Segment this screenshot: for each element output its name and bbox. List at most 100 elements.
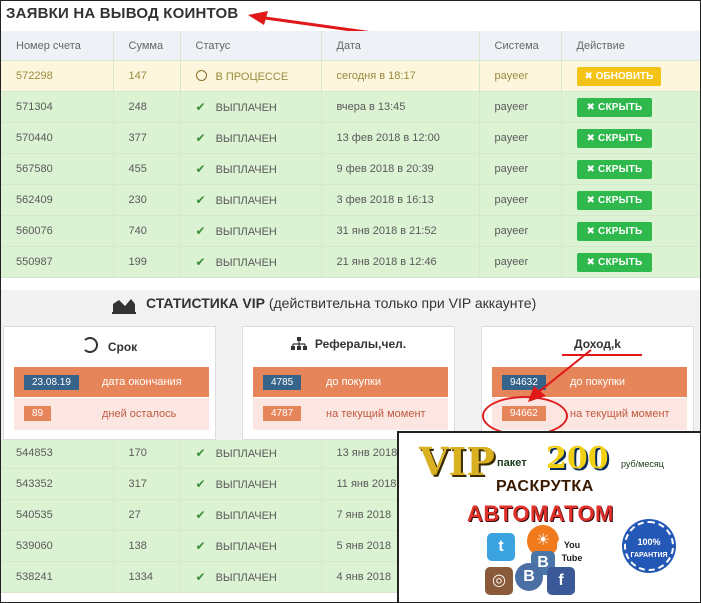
- column-header-status[interactable]: Статус: [180, 31, 322, 61]
- instagram-icon: ◎: [485, 567, 513, 595]
- hide-button[interactable]: ✖ СКРЫТЬ: [576, 128, 653, 148]
- screenshot-frame: ЗАЯВКИ НА ВЫВОД КОИНТОВ Номер счета Сумм…: [0, 0, 701, 603]
- check-icon: ✔: [195, 224, 206, 238]
- column-header-date[interactable]: Дата: [321, 31, 480, 61]
- referrals-now-badge: 4787: [263, 406, 302, 421]
- table-row: 572298 147 В ПРОЦЕССЕ сегодня в 18:17 payeer…: [1, 60, 700, 92]
- account-number: 539060: [1, 530, 114, 562]
- action: ✖ СКРЫТЬ: [561, 246, 700, 278]
- action: ✖ СКРЫТЬ: [561, 91, 700, 123]
- promo-line2: РАСКРУТКА: [496, 478, 594, 495]
- column-header-system[interactable]: Система: [479, 31, 562, 61]
- status-label: В ПРОЦЕССЕ: [215, 70, 289, 83]
- check-icon: ✔: [195, 477, 206, 491]
- vip-promo-banner[interactable]: VIP пакет 200 руб/месяц РАСКРУТКА АВТОМА…: [397, 431, 700, 602]
- referrals-now-label: на текущий момент: [326, 408, 426, 420]
- check-icon: ✔: [195, 446, 206, 460]
- history-icon: [81, 337, 98, 353]
- status-label: ВЫПЛАЧЕН: [215, 226, 277, 238]
- refresh-button[interactable]: ✖ ОБНОВИТЬ: [576, 66, 662, 86]
- sitemap-icon: [290, 337, 307, 350]
- column-header-account[interactable]: Номер счета: [1, 31, 114, 61]
- amount: 199: [113, 246, 181, 278]
- guarantee-seal: 100% ГАРАНТИЯ: [624, 521, 674, 571]
- hide-button[interactable]: ✖ СКРЫТЬ: [576, 190, 653, 210]
- area-chart-icon: [112, 299, 136, 314]
- check-icon: ✔: [195, 100, 206, 114]
- amount: 740: [113, 215, 181, 247]
- action: ✖ СКРЫТЬ: [561, 215, 700, 247]
- page-title: ЗАЯВКИ НА ВЫВОД КОИНТОВ: [6, 5, 239, 22]
- amount: 230: [113, 184, 181, 216]
- status-label: ВЫПЛАЧЕН: [215, 195, 277, 207]
- hide-button[interactable]: ✖ СКРЫТЬ: [576, 159, 653, 179]
- hide-button[interactable]: ✖ СКРЫТЬ: [576, 252, 653, 272]
- account-number: 538241: [1, 561, 114, 593]
- status-label: ВЫПЛАЧЕН: [215, 133, 277, 145]
- amount: 138: [113, 530, 181, 562]
- status-label: ВЫПЛАЧЕН: [215, 541, 277, 553]
- payment-system: payeer: [479, 91, 562, 123]
- promo-paket: пакет: [497, 457, 527, 469]
- account-number: 567580: [1, 153, 114, 185]
- promo-line3: АВТОМАТОМ: [467, 501, 614, 526]
- status: ✔ ВЫПЛАЧЕН: [180, 184, 322, 216]
- payment-system: payeer: [479, 215, 562, 247]
- red-arrow-annotation-2: [528, 349, 592, 402]
- account-number: 540535: [1, 499, 114, 531]
- card-term: Срок 23.08.19 дата окончания 89 дней ост…: [3, 326, 216, 440]
- account-number: 550987: [1, 246, 114, 278]
- term-end-row: 23.08.19 дата окончания: [14, 367, 209, 397]
- action: ✖ ОБНОВИТЬ: [561, 60, 700, 92]
- payment-system: payeer: [479, 60, 562, 92]
- payment-system: payeer: [479, 246, 562, 278]
- column-header-sum[interactable]: Сумма: [113, 31, 181, 61]
- account-number: 544853: [1, 438, 114, 469]
- payment-system: payeer: [479, 184, 562, 216]
- withdrawal-table: Номер счета Сумма Статус Дата Система Де…: [1, 31, 700, 278]
- status: ✔ ВЫПЛАЧЕН: [180, 530, 322, 562]
- end-date-badge: 23.08.19: [24, 375, 79, 390]
- hide-button[interactable]: ✖ СКРЫТЬ: [576, 97, 653, 117]
- table-row: 562409 230 ✔ ВЫПЛАЧЕН 3 фев 2018 в 16:13 paye…: [1, 184, 700, 216]
- status-label: ВЫПЛАЧЕН: [215, 164, 277, 176]
- days-left-label: дней осталось: [102, 408, 177, 420]
- vkontakte-icon: В: [515, 563, 543, 591]
- table-row: 560076 740 ✔ ВЫПЛАЧЕН 31 янв 2018 в 21:52 pay…: [1, 215, 700, 247]
- stats-title: СТАТИСТИКА VIP (действительна только при…: [146, 295, 537, 311]
- status: ✔ ВЫПЛАЧЕН: [180, 153, 322, 185]
- amount: 170: [113, 438, 181, 469]
- status-label: ВЫПЛАЧЕН: [215, 102, 277, 114]
- twitter-icon: t: [487, 533, 515, 561]
- referrals-before-row: 4785 до покупки: [253, 367, 448, 397]
- status-label: ВЫПЛАЧЕН: [215, 479, 277, 491]
- check-icon: ✔: [195, 539, 206, 553]
- check-icon: ✔: [195, 162, 206, 176]
- account-number: 570440: [1, 122, 114, 154]
- check-icon: ✔: [195, 193, 206, 207]
- status-label: ВЫПЛАЧЕН: [215, 448, 277, 460]
- table-row: 550987 199 ✔ ВЫПЛАЧЕН 21 янв 2018 в 12:46 pay…: [1, 246, 700, 278]
- account-number: 543352: [1, 468, 114, 500]
- payment-system: payeer: [479, 153, 562, 185]
- card-term-title: Срок: [4, 337, 215, 354]
- action: ✖ СКРЫТЬ: [561, 122, 700, 154]
- card-referrals-title: Рефералы,чел.: [243, 337, 454, 351]
- date: 3 фев 2018 в 16:13: [321, 184, 480, 216]
- date: 31 янв 2018 в 21:52: [321, 215, 480, 247]
- date: сегодня в 18:17: [321, 60, 480, 92]
- column-header-action: Действие: [561, 31, 700, 61]
- hide-button[interactable]: ✖ СКРЫТЬ: [576, 221, 653, 241]
- table-row: 571304 248 ✔ ВЫПЛАЧЕН вчера в 13:45 payeer ✖ С…: [1, 91, 700, 123]
- status: ✔ ВЫПЛАЧЕН: [180, 215, 322, 247]
- payment-system: payeer: [479, 122, 562, 154]
- check-icon: ✔: [195, 255, 206, 269]
- date: 13 фев 2018 в 12:00: [321, 122, 480, 154]
- date: вчера в 13:45: [321, 91, 480, 123]
- status: ✔ ВЫПЛАЧЕН: [180, 122, 322, 154]
- status-label: ВЫПЛАЧЕН: [215, 257, 277, 269]
- status-label: ВЫПЛАЧЕН: [215, 510, 277, 522]
- amount: 1334: [113, 561, 181, 593]
- check-icon: ✔: [195, 570, 206, 584]
- status: ✔ ВЫПЛАЧЕН: [180, 561, 322, 593]
